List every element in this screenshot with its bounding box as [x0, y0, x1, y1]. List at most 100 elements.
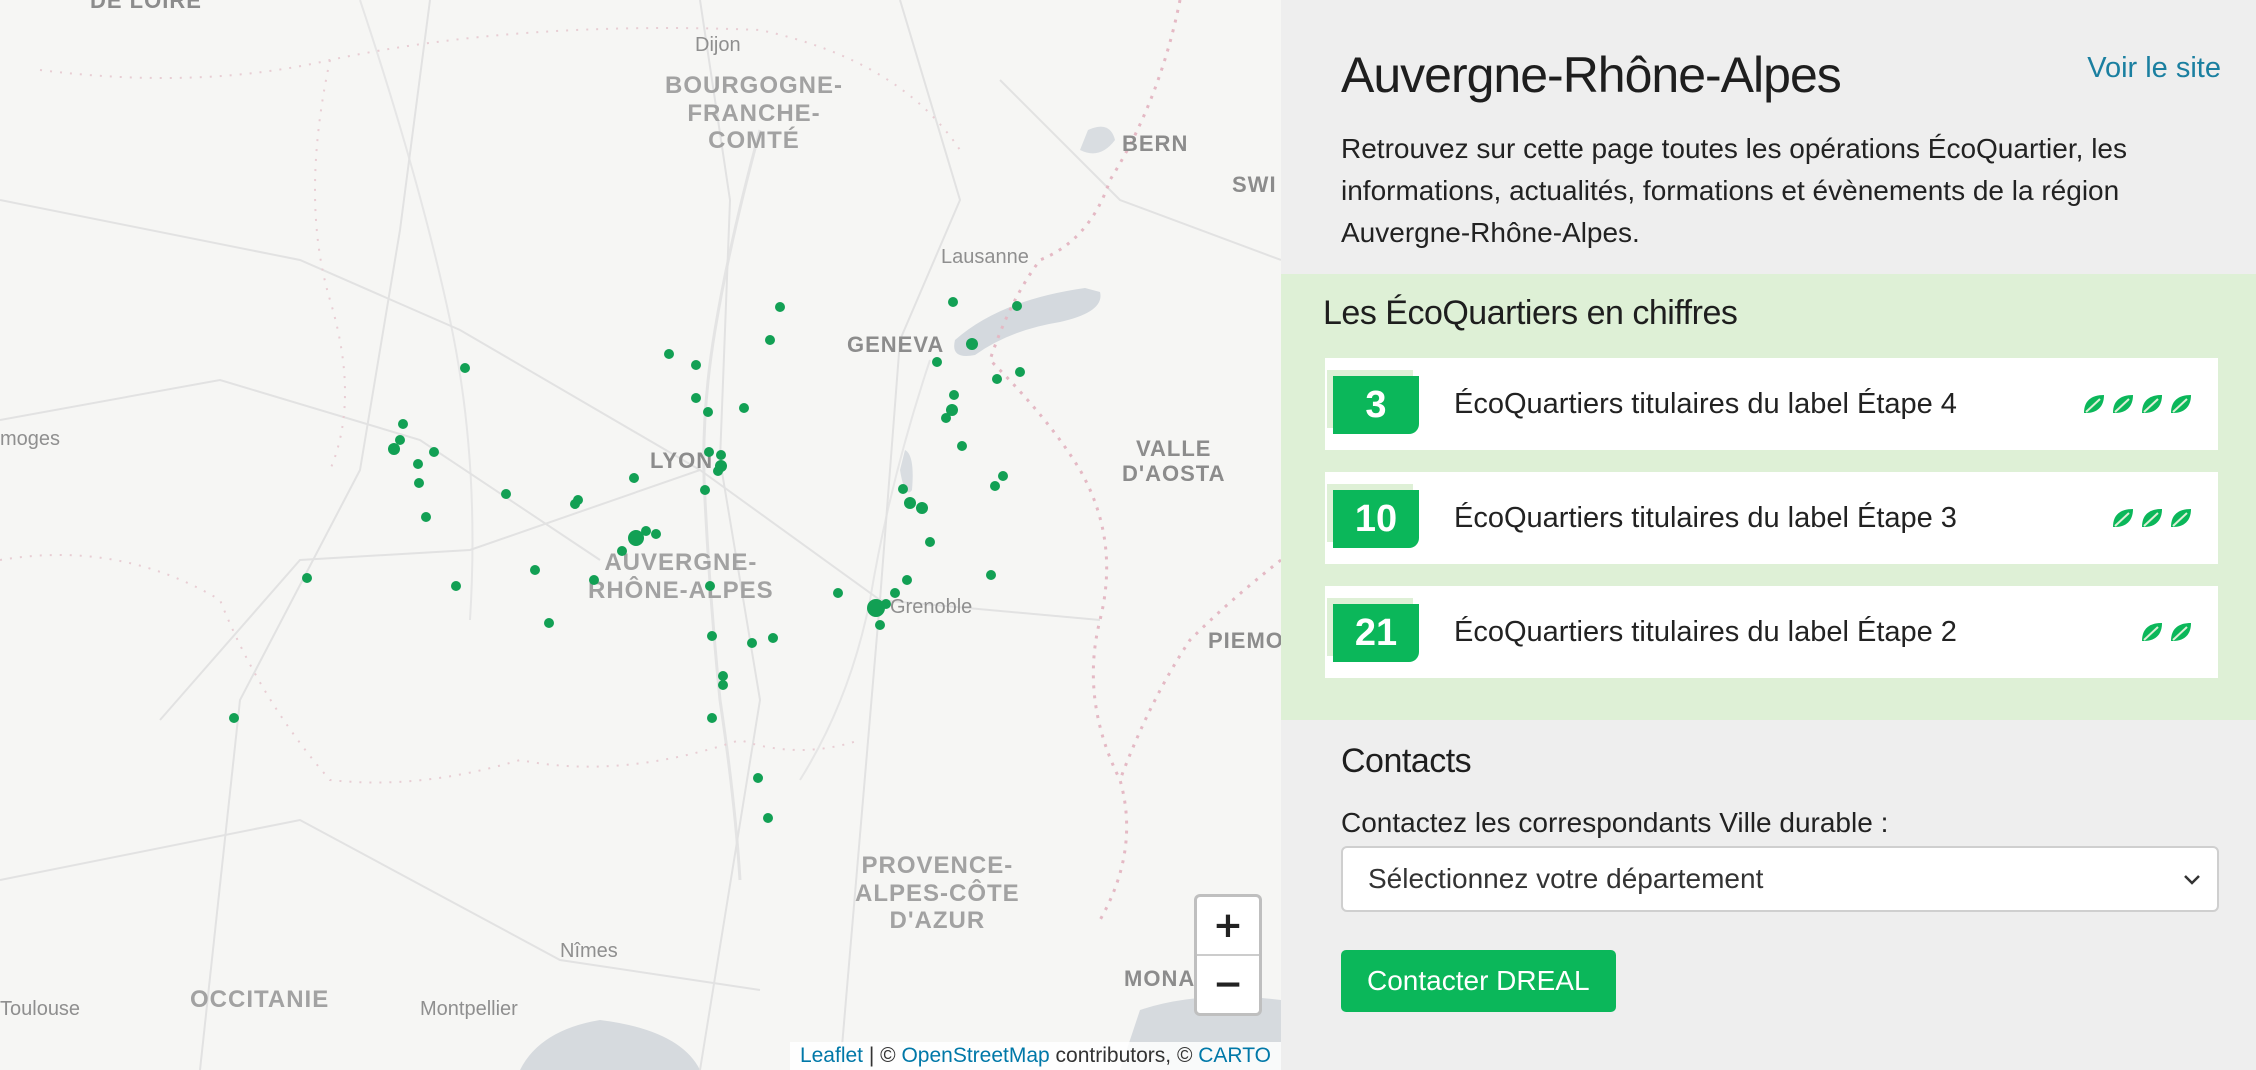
map-marker[interactable]: [998, 471, 1008, 481]
map-marker[interactable]: [705, 581, 715, 591]
map-marker[interactable]: [302, 573, 312, 583]
marker-layer: [229, 297, 1025, 823]
map-marker[interactable]: [957, 441, 967, 451]
map-attribution: Leaflet | © OpenStreetMap contributors, …: [789, 1042, 1281, 1070]
stat-row-etape-4: 3 ÉcoQuartiers titulaires du label Étape…: [1325, 358, 2218, 450]
map-marker[interactable]: [768, 633, 778, 643]
intro-text: Retrouvez sur cette page toutes les opér…: [1341, 133, 2127, 248]
map-marker[interactable]: [775, 302, 785, 312]
map-marker[interactable]: [753, 773, 763, 783]
stat-label: ÉcoQuartiers titulaires du label Étape 4: [1454, 388, 1957, 420]
map-marker[interactable]: [413, 459, 423, 469]
map-marker[interactable]: [229, 713, 239, 723]
map-marker[interactable]: [707, 713, 717, 723]
map-marker[interactable]: [990, 481, 1000, 491]
carto-link[interactable]: CARTO: [1198, 1044, 1271, 1067]
leaf-icon: [2168, 505, 2194, 531]
map-marker[interactable]: [589, 575, 599, 585]
attribution-mid: contributors, ©: [1049, 1044, 1199, 1067]
zoom-in-button[interactable]: +: [1197, 897, 1259, 954]
map-marker[interactable]: [898, 484, 908, 494]
leaf-icon: [2110, 505, 2136, 531]
map-marker[interactable]: [414, 478, 424, 488]
leaf-icon: [2139, 391, 2165, 417]
stat-count: 3: [1333, 376, 1419, 434]
map-marker[interactable]: [739, 403, 749, 413]
stat-label: ÉcoQuartiers titulaires du label Étape 3: [1454, 502, 1957, 534]
map-marker[interactable]: [763, 813, 773, 823]
leaflet-link[interactable]: Leaflet: [800, 1044, 863, 1067]
map-marker[interactable]: [398, 419, 408, 429]
map-marker[interactable]: [707, 631, 717, 641]
voir-le-site-link[interactable]: Voir le site: [2087, 52, 2221, 85]
map-marker[interactable]: [718, 680, 728, 690]
map-marker[interactable]: [718, 671, 728, 681]
map-marker[interactable]: [395, 435, 405, 445]
map-marker[interactable]: [460, 363, 470, 373]
stat-count: 10: [1333, 490, 1419, 548]
map-marker[interactable]: [986, 570, 996, 580]
department-select[interactable]: Sélectionnez votre département: [1341, 846, 2219, 912]
map-marker[interactable]: [544, 618, 554, 628]
map[interactable]: DE LOIRE BOURGOGNE- FRANCHE- COMTÉ Dijon…: [0, 0, 1281, 1070]
map-marker[interactable]: [641, 526, 651, 536]
map-marker[interactable]: [703, 407, 713, 417]
panel-header: Auvergne-Rhône-Alpes Voir le site: [1341, 46, 2221, 104]
map-marker[interactable]: [451, 581, 461, 591]
map-marker[interactable]: [833, 588, 843, 598]
zoom-control: + −: [1194, 894, 1262, 1016]
map-marker[interactable]: [421, 512, 431, 522]
map-marker[interactable]: [713, 466, 723, 476]
map-marker[interactable]: [651, 529, 661, 539]
map-marker[interactable]: [570, 499, 580, 509]
map-marker[interactable]: [890, 588, 900, 598]
leaf-icon: [2081, 391, 2107, 417]
department-select-value: Sélectionnez votre département: [1368, 863, 1764, 894]
map-marker[interactable]: [501, 489, 511, 499]
stat-label: ÉcoQuartiers titulaires du label Étape 2: [1454, 616, 1957, 648]
chevron-down-icon: [2184, 875, 2200, 885]
map-marker[interactable]: [700, 485, 710, 495]
map-marker[interactable]: [875, 620, 885, 630]
leaf-rating: [2139, 619, 2194, 645]
leaf-icon: [2168, 391, 2194, 417]
leaf-icon: [2139, 505, 2165, 531]
stat-row-etape-3: 10 ÉcoQuartiers titulaires du label Étap…: [1325, 472, 2218, 564]
map-marker[interactable]: [664, 349, 674, 359]
map-marker[interactable]: [747, 638, 757, 648]
map-marker[interactable]: [429, 447, 439, 457]
stat-count: 21: [1333, 604, 1419, 662]
leaf-icon: [2110, 391, 2136, 417]
map-marker[interactable]: [629, 473, 639, 483]
osm-link[interactable]: OpenStreetMap: [901, 1044, 1049, 1067]
map-marker[interactable]: [691, 393, 701, 403]
map-marker[interactable]: [904, 497, 916, 509]
map-marker[interactable]: [916, 502, 928, 514]
map-marker[interactable]: [704, 447, 714, 457]
attribution-sep: | ©: [863, 1044, 902, 1067]
map-marker[interactable]: [948, 297, 958, 307]
map-marker[interactable]: [902, 575, 912, 585]
stats-title: Les ÉcoQuartiers en chiffres: [1323, 294, 1738, 332]
map-marker[interactable]: [966, 338, 978, 350]
contacts-subtitle: Contactez les correspondants Ville durab…: [1341, 807, 1889, 838]
map-marker[interactable]: [992, 374, 1002, 384]
map-marker[interactable]: [530, 565, 540, 575]
contact-dreal-button[interactable]: Contacter DREAL: [1341, 950, 1616, 1012]
map-marker[interactable]: [691, 360, 701, 370]
map-marker[interactable]: [1012, 301, 1022, 311]
stat-row-etape-2: 21 ÉcoQuartiers titulaires du label Étap…: [1325, 586, 2218, 678]
map-marker[interactable]: [716, 450, 726, 460]
map-marker[interactable]: [925, 537, 935, 547]
map-marker[interactable]: [388, 443, 400, 455]
stats-section: Les ÉcoQuartiers en chiffres 3 ÉcoQuarti…: [1281, 274, 2256, 720]
region-panel: Auvergne-Rhône-Alpes Voir le site Retrou…: [1281, 0, 2256, 1070]
map-marker[interactable]: [765, 335, 775, 345]
map-marker[interactable]: [881, 599, 891, 609]
map-marker[interactable]: [949, 390, 959, 400]
zoom-out-button[interactable]: −: [1197, 954, 1259, 1013]
map-marker[interactable]: [1015, 367, 1025, 377]
map-marker[interactable]: [617, 546, 627, 556]
map-marker[interactable]: [941, 413, 951, 423]
map-marker[interactable]: [932, 357, 942, 367]
